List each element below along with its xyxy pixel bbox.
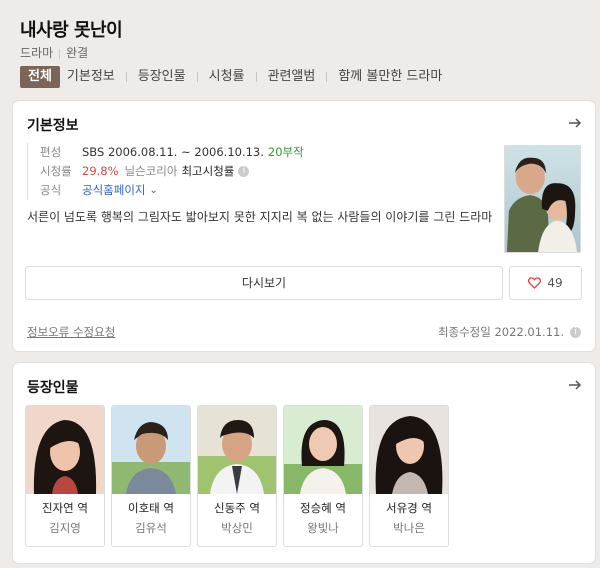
- info-icon[interactable]: i: [570, 326, 581, 338]
- info-rows: 편성 SBS 2006.08.11. ~ 2006.10.13. 20부작 시청…: [27, 143, 493, 200]
- tab-basic-info[interactable]: 기본정보: [60, 66, 122, 88]
- rating-row: 시청률 29.8% 닐슨코리아 최고시청률 i: [40, 162, 493, 181]
- rating-label: 시청률: [40, 164, 72, 178]
- info-block: 편성 SBS 2006.08.11. ~ 2006.10.13. 20부작 시청…: [27, 143, 493, 226]
- genre-label: 드라마: [20, 46, 54, 60]
- divider: [326, 72, 328, 82]
- tab-all[interactable]: 전체: [20, 66, 60, 88]
- character-name: 진자연 역: [42, 501, 88, 515]
- official-row: 공식 공식홈페이지 ⌄: [40, 181, 493, 200]
- last-modified: 최종수정일 2022.01.11. i: [438, 324, 581, 340]
- arrow-right-icon[interactable]: [567, 377, 583, 393]
- divider: [255, 72, 257, 82]
- character-name: 서유경 역: [386, 501, 432, 515]
- info-icon[interactable]: i: [238, 166, 250, 177]
- replay-button[interactable]: 다시보기: [25, 266, 503, 300]
- rating-note: 최고시청률: [181, 164, 235, 178]
- schedule-label: 편성: [40, 145, 62, 159]
- cast-item[interactable]: 이호태 역 김유석: [111, 405, 191, 547]
- tab-related-dramas[interactable]: 함께 볼만한 드라마: [331, 66, 449, 88]
- chevron-down-icon[interactable]: ⌄: [149, 181, 157, 200]
- rating-value: 29.8%: [82, 164, 119, 178]
- character-name: 이호태 역: [128, 501, 174, 515]
- cast-item[interactable]: 정승혜 역 왕빛나: [283, 405, 363, 547]
- broadcast-period: 2006.08.11. ~ 2006.10.13.: [107, 145, 264, 159]
- error-report-link[interactable]: 정보오류 수정요청: [27, 324, 115, 340]
- drama-description: 서른이 넘도록 행복의 그림자도 밟아보지 못한 지지리 복 없는 사람들의 이…: [27, 210, 493, 224]
- channel-link[interactable]: SBS: [82, 143, 104, 162]
- actor-photo: [26, 406, 104, 494]
- divider: [59, 48, 61, 59]
- tab-bar: 전체 기본정보 등장인물 시청률 관련앨범 함께 볼만한 드라마: [20, 66, 449, 88]
- actor-photo: [112, 406, 190, 494]
- actor-name: 박상민: [221, 521, 253, 535]
- cast-item[interactable]: 신동주 역 박상민: [197, 405, 277, 547]
- actor-photo: [370, 406, 448, 494]
- actor-photo: [284, 406, 362, 494]
- arrow-right-icon[interactable]: [567, 115, 583, 131]
- tab-cast[interactable]: 등장인물: [131, 66, 193, 88]
- poster-image[interactable]: [504, 145, 581, 253]
- official-label: 공식: [40, 183, 62, 197]
- cast-item[interactable]: 서유경 역 박나은: [369, 405, 449, 547]
- cast-card: 등장인물 진자연 역 김지영 이호태 역 김유석 신동주 역 박상민 정승혜 역…: [13, 363, 595, 563]
- heart-icon: [528, 277, 542, 289]
- last-modified-text: 최종수정일 2022.01.11.: [437, 325, 564, 339]
- like-button[interactable]: 49: [509, 266, 582, 300]
- actor-name: 왕빛나: [307, 521, 339, 535]
- tab-albums[interactable]: 관련앨범: [261, 66, 323, 88]
- rating-source: 닐슨코리아: [124, 164, 178, 178]
- section-title: 등장인물: [27, 380, 79, 396]
- drama-header: 내사랑 못난이 드라마 완결 전체 기본정보 등장인물 시청률 관련앨범 함께 볼…: [0, 0, 600, 92]
- actor-name: 김지영: [49, 521, 81, 535]
- episode-count: 20부작: [267, 145, 304, 159]
- status-label: 완결: [66, 46, 89, 60]
- character-name: 신동주 역: [214, 501, 260, 515]
- actor-name: 김유석: [135, 521, 167, 535]
- cast-item[interactable]: 진자연 역 김지영: [25, 405, 105, 547]
- tab-ratings[interactable]: 시청률: [202, 66, 252, 88]
- actor-name: 박나은: [393, 521, 425, 535]
- official-homepage-link[interactable]: 공식홈페이지: [82, 181, 145, 200]
- basic-info-card: 기본정보 편성 SBS 2006.08.11. ~ 2006.10.13. 20…: [13, 101, 595, 351]
- section-title: 기본정보: [27, 118, 79, 134]
- actor-photo: [198, 406, 276, 494]
- divider: [125, 72, 127, 82]
- like-count: 49: [547, 276, 563, 290]
- divider: [196, 72, 198, 82]
- character-name: 정승혜 역: [300, 501, 346, 515]
- schedule-row: 편성 SBS 2006.08.11. ~ 2006.10.13. 20부작: [40, 143, 493, 162]
- page-title: 내사랑 못난이: [20, 20, 123, 41]
- drama-meta: 드라마 완결: [20, 44, 88, 61]
- cast-list: 진자연 역 김지영 이호태 역 김유석 신동주 역 박상민 정승혜 역 왕빛나 …: [25, 405, 455, 547]
